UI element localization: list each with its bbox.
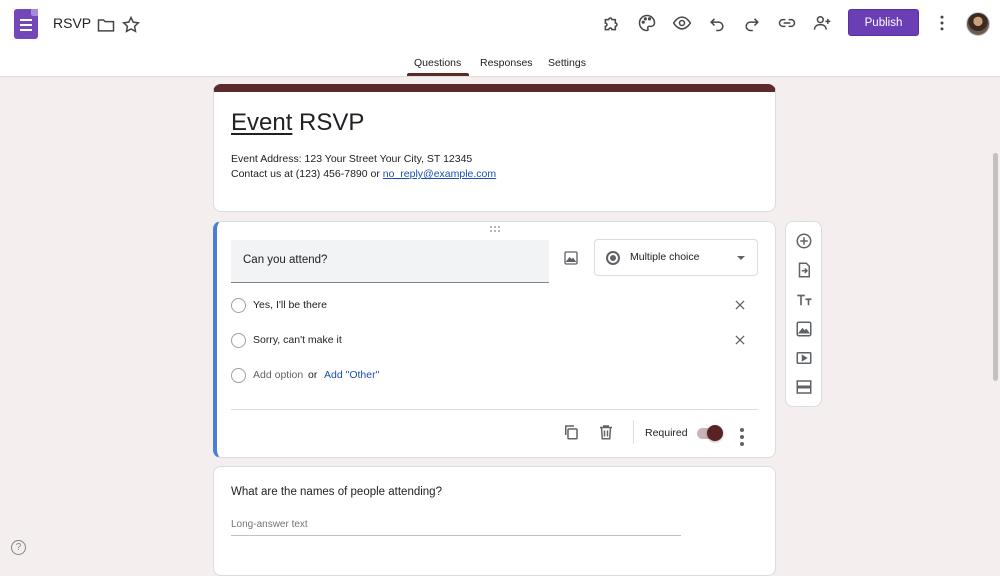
redo-icon[interactable] — [740, 11, 764, 35]
help-icon[interactable]: ? — [11, 540, 26, 555]
form-title[interactable]: Event RSVP — [231, 109, 364, 137]
question-title-text: Can you attend? — [243, 254, 328, 266]
link-icon[interactable] — [775, 11, 799, 35]
add-image-icon[interactable] — [795, 320, 813, 338]
form-title-card[interactable]: Event RSVP Event Address: 123 Your Stree… — [213, 84, 776, 212]
option-row: Sorry, can't make it — [231, 331, 761, 351]
more-vert-icon[interactable] — [737, 425, 747, 446]
top-bar: RSVP Publish Questions Responses Setting… — [0, 0, 1000, 77]
contact-email-link[interactable]: no_reply@example.com — [383, 168, 496, 180]
add-section-icon[interactable] — [795, 378, 813, 396]
required-label: Required — [645, 427, 688, 439]
tab-responses[interactable]: Responses — [480, 57, 533, 69]
duplicate-icon[interactable] — [562, 423, 580, 441]
delete-trash-icon[interactable] — [597, 423, 615, 441]
preview-eye-icon[interactable] — [670, 11, 694, 35]
remove-option-close-icon[interactable] — [733, 298, 747, 312]
tab-settings[interactable]: Settings — [548, 57, 586, 69]
publish-button[interactable]: Publish — [848, 9, 919, 36]
add-image-icon[interactable] — [563, 250, 579, 266]
forms-logo-icon[interactable] — [14, 9, 38, 39]
question-type-label: Multiple choice — [630, 251, 700, 263]
add-title-text-icon[interactable] — [795, 291, 813, 309]
add-other-button[interactable]: Add "Other" — [324, 369, 379, 381]
form-description-line-2: Contact us at (123) 456-7890 or no_reply… — [231, 168, 497, 180]
question-title[interactable]: What are the names of people attending? — [231, 486, 442, 498]
radio-circle-icon — [231, 298, 246, 313]
add-video-icon[interactable] — [795, 349, 813, 367]
long-answer-placeholder: Long-answer text — [231, 519, 308, 530]
or-label: or — [308, 369, 318, 381]
add-option-button[interactable]: Add option — [253, 369, 303, 381]
active-tab-indicator — [407, 73, 469, 76]
question-card-names[interactable]: What are the names of people attending? … — [213, 466, 776, 576]
option-row: Yes, I'll be there — [231, 296, 761, 316]
folder-icon[interactable] — [94, 13, 118, 37]
undo-icon[interactable] — [705, 11, 729, 35]
radio-circle-icon — [231, 333, 246, 348]
more-vert-icon[interactable] — [930, 11, 954, 35]
radio-circle-icon — [231, 368, 246, 383]
chevron-down-icon — [737, 256, 745, 260]
star-icon[interactable] — [119, 13, 143, 37]
remove-option-close-icon[interactable] — [733, 333, 747, 347]
option-label[interactable]: Sorry, can't make it — [253, 334, 342, 346]
floating-toolbar — [785, 221, 822, 407]
option-label[interactable]: Yes, I'll be there — [253, 299, 327, 311]
question-type-dropdown[interactable]: Multiple choice — [594, 239, 758, 276]
divider — [231, 409, 758, 410]
required-toggle-knob[interactable] — [707, 425, 723, 441]
question-title-input[interactable]: Can you attend? — [231, 240, 549, 283]
document-title[interactable]: RSVP — [53, 15, 91, 31]
scrollbar[interactable] — [993, 153, 998, 381]
drag-handle-icon[interactable] — [490, 226, 504, 234]
import-questions-icon[interactable] — [795, 261, 813, 279]
avatar[interactable] — [966, 12, 990, 36]
divider — [633, 420, 634, 444]
tab-questions[interactable]: Questions — [414, 57, 461, 69]
form-description[interactable]: Event Address: 123 Your Street Your City… — [231, 152, 496, 182]
answer-underline — [231, 535, 681, 536]
add-collaborator-icon[interactable] — [810, 11, 834, 35]
add-question-icon[interactable] — [795, 232, 813, 250]
radio-button-icon — [606, 251, 620, 265]
form-description-line-1: Event Address: 123 Your Street Your City… — [231, 153, 473, 165]
question-card-attend[interactable]: Can you attend? Multiple choice Yes, I'l… — [213, 221, 776, 458]
palette-icon[interactable] — [635, 11, 659, 35]
puzzle-icon[interactable] — [600, 11, 624, 35]
add-option-row: Add option or Add "Other" — [231, 366, 761, 386]
